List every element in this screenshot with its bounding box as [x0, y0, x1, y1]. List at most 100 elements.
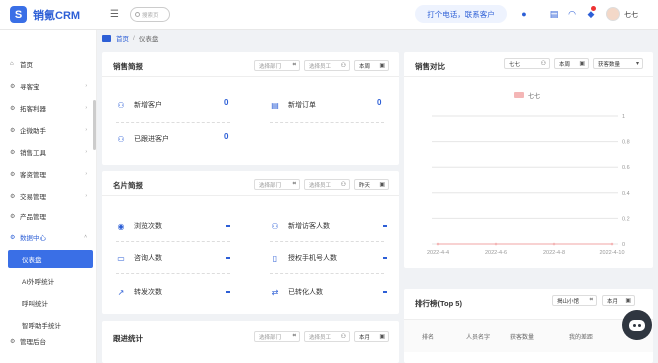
sales-brief-card: 销售简报 选择部门 ⌗ 选择员工 ⚇ 本周 ▣ ⚇ 新增客户 0 ▤ 新增订单 0 ⚇ 已跟… [102, 52, 399, 165]
legend-swatch [514, 92, 524, 98]
breadcrumb-home[interactable]: 首页 [116, 33, 129, 43]
org-icon: ⌗ [589, 297, 593, 303]
scope-select[interactable]: 揭山小馆 ⌗ [552, 295, 597, 306]
sidebar-item-admin[interactable]: ⚙ 管理后台 [0, 333, 97, 349]
follow-stats-card: 跟进统计 选择部门 ⌗ 选择员工 ⚇ 本月 ▣ [102, 321, 399, 363]
logo-text: 销氪CRM [33, 9, 81, 22]
sidebar-item-trade[interactable]: ⚙ 交易管理 › [0, 188, 97, 204]
gear-icon: ⚙ [10, 149, 16, 156]
dept-select[interactable]: 选择部门 ⌗ [254, 331, 300, 342]
select-value: 本周 [559, 61, 571, 68]
stat-followed-customers: ⚇ 已跟进客户 [116, 134, 169, 144]
exchange-icon: ⇄ [271, 287, 279, 297]
metric-select[interactable]: 获客数量 ▾ [593, 58, 643, 69]
sidebar-item-qiwei[interactable]: ⚙ 企微助手 › [0, 122, 97, 138]
stat-label: 咨询人数 [134, 255, 162, 262]
divider [116, 273, 230, 274]
dept-select[interactable]: 选择部门 ⌗ [254, 60, 300, 71]
period-select[interactable]: 昨天 ▣ [354, 179, 389, 190]
person-select[interactable]: 七七 ⚇ [504, 58, 550, 69]
stat-inquiries: ▭ 咨询人数 [116, 253, 162, 263]
sidebar-item-xunkebao[interactable]: ⚙ 寻客宝 › [0, 78, 97, 94]
stat-value-dash: - [383, 257, 387, 259]
column-header: 我的差距 [569, 334, 594, 341]
stat-new-customers: ⚇ 新增客户 [116, 100, 162, 110]
sidebar-item-label: 产品管理 [20, 214, 46, 221]
sidebar-subitem-ai-call[interactable]: AI外呼统计 [0, 272, 97, 290]
sidebar-item-product[interactable]: ⚙ 产品管理 [0, 208, 97, 224]
user-add-icon[interactable]: ● [519, 9, 529, 19]
menu-toggle-icon[interactable]: ☰ [110, 9, 119, 20]
stat-new-orders: ▤ 新增订单 [270, 100, 316, 110]
y-tick-label: 0.2 [622, 216, 630, 222]
stat-label: 已转化人数 [288, 289, 323, 296]
divider [102, 195, 399, 196]
avatar[interactable] [606, 7, 620, 21]
period-select[interactable]: 本周 ▣ [354, 60, 389, 71]
period-select[interactable]: 本月 ▣ [602, 295, 635, 306]
data-point [494, 242, 498, 246]
headset-icon[interactable]: ◠ [567, 9, 577, 19]
gear-icon: ⚙ [10, 234, 16, 241]
calendar-icon: ▣ [625, 298, 631, 304]
select-placeholder: 选择部门 [259, 334, 282, 341]
user-icon: ⚇ [117, 100, 125, 110]
staff-select[interactable]: 选择员工 ⚇ [304, 331, 350, 342]
y-tick-label: 0.8 [622, 140, 630, 146]
back-icon[interactable] [102, 34, 111, 42]
divider [116, 122, 230, 123]
select-placeholder: 选择员工 [309, 63, 332, 70]
sidebar-item-label: 首页 [20, 62, 33, 69]
sidebar-subitem-assistant[interactable]: 智呼助手统计 [0, 316, 97, 334]
x-tick-label: 2022-4-10 [599, 250, 624, 256]
user-icon: ⚇ [340, 182, 346, 188]
stat-phone-auth: ▯ 授权手机号人数 [270, 253, 337, 263]
chevron-right-icon: › [85, 149, 87, 155]
card-title: 跟进统计 [113, 334, 143, 343]
chat-icon: ▭ [117, 253, 125, 263]
stat-value-dash: - [383, 291, 387, 293]
stat-label: 已跟进客户 [134, 136, 169, 143]
select-value: 本周 [359, 63, 371, 70]
column-header: 排名 [422, 334, 435, 341]
sidebar-subitem-call-stats[interactable]: 呼叫统计 [0, 294, 97, 312]
robot-icon [629, 319, 645, 331]
x-tick-label: 2022-4-8 [543, 250, 565, 256]
dept-select[interactable]: 选择部门 ⌗ [254, 179, 300, 190]
stat-value: 0 [377, 98, 382, 107]
call-customer-button[interactable]: 打个电话，联系客户 [415, 5, 507, 23]
sidebar-item-data-center[interactable]: ⚙ 数据中心 ˄ [0, 229, 97, 245]
sidebar-scrollbar[interactable] [93, 100, 96, 150]
user-name[interactable]: 七七 [624, 10, 638, 20]
card-title: 排行榜(Top 5) [415, 299, 462, 308]
data-point [610, 242, 614, 246]
sidebar-item-sales-tools[interactable]: ⚙ 销售工具 › [0, 144, 97, 160]
sidebar-subitem-dashboard[interactable]: 仪表盘 [8, 250, 93, 268]
breadcrumb-current: 仪表盘 [138, 36, 159, 43]
gear-icon: ⚙ [10, 83, 16, 90]
column-header: 获客数量 [510, 334, 535, 341]
gear-icon: ⚙ [10, 171, 16, 178]
logo-mark: S [10, 6, 27, 23]
staff-select[interactable]: 选择员工 ⚇ [304, 179, 350, 190]
stat-label: 浏览次数 [134, 223, 162, 230]
assistant-bot-button[interactable] [622, 310, 652, 340]
staff-select[interactable]: 选择员工 ⚇ [304, 60, 350, 71]
stat-views: ◉ 浏览次数 [116, 221, 163, 231]
clipboard-icon[interactable]: ▤ [549, 9, 559, 19]
sidebar-item-label: 交易管理 [20, 194, 46, 201]
search-input[interactable]: 搜索页 [130, 7, 170, 22]
sales-compare-chart: 七七 0 0.2 0.4 0.6 0.8 1 2022-4-4 2022-4-6 2022-4-8… [427, 92, 630, 256]
sidebar-item-tuoke[interactable]: ⚙ 拓客利器 › [0, 100, 97, 116]
calendar-icon: ▣ [379, 182, 385, 188]
sidebar-item-home[interactable]: ⌂ 首页 [0, 56, 97, 72]
sidebar-item-customer[interactable]: ⚙ 客资管理 › [0, 166, 97, 182]
eye-icon: ◉ [117, 221, 125, 231]
org-icon: ⌗ [292, 333, 296, 339]
logo[interactable]: S 销氪CRM [10, 6, 80, 23]
period-select[interactable]: 本月 ▣ [354, 331, 389, 342]
period-select[interactable]: 本周 ▣ [554, 58, 589, 69]
ranking-card: 排行榜(Top 5) 揭山小馆 ⌗ 本月 ▣ 排名 人员名字 获客数量 我的差距 [404, 289, 653, 363]
chevron-right-icon: › [85, 105, 87, 111]
sidebar: ⌂ 首页 ⚙ 寻客宝 › ⚙ 拓客利器 › ⚙ 企微助手 › ⚙ 销售工具 › ⚙ 客资管理 › ⚙ 交… [0, 30, 97, 363]
